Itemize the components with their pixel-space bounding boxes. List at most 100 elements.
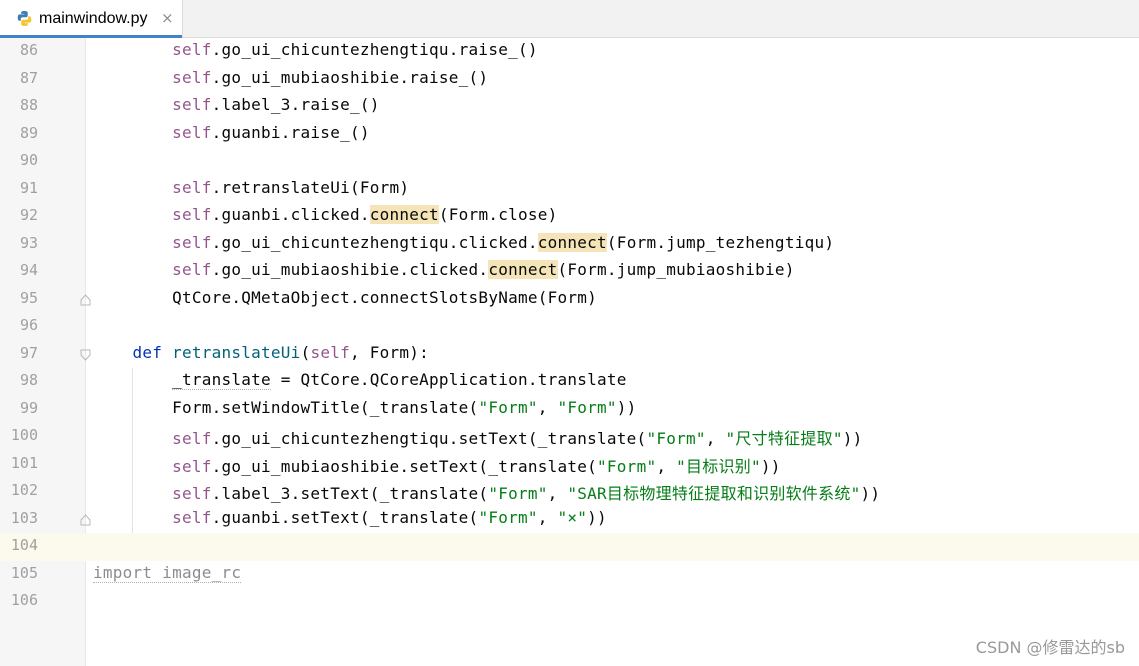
code-token: .go_ui_chicuntezhengtiqu.raise_(): [211, 40, 538, 59]
code-line[interactable]: 97 def retranslateUi(self, Form):: [0, 341, 1139, 369]
code-text: self.label_3.setText(_translate("Form", …: [93, 480, 880, 504]
code-token: "Form": [557, 397, 617, 417]
code-token: )): [860, 484, 881, 503]
line-number: 104: [10, 536, 38, 554]
code-token: = QtCore.QCoreApplication.translate: [270, 370, 627, 389]
fold-end-icon[interactable]: [80, 293, 91, 306]
code-token: .guanbi.setText(_translate(: [211, 507, 479, 527]
code-line[interactable]: 102 self.label_3.setText(_translate("For…: [0, 478, 1139, 506]
code-token: .go_ui_mubiaoshibie.setText(_translate(: [211, 456, 598, 476]
line-number: 89: [19, 123, 38, 142]
code-token: ,: [656, 456, 677, 476]
code-token: self: [172, 429, 212, 448]
code-token: "SAR目标物理特征提取和识别软件系统": [567, 484, 861, 503]
code-token: )): [616, 397, 637, 417]
code-line[interactable]: 104: [0, 533, 1139, 561]
code-token: ,: [537, 397, 558, 417]
code-token: connect: [488, 260, 558, 279]
code-token: .label_3.setText(_translate(: [211, 484, 489, 503]
code-text: self.label_3.raise_(): [93, 95, 380, 114]
code-token: "×": [557, 507, 588, 527]
code-token: ,: [537, 507, 558, 527]
code-token: import image_rc: [93, 562, 242, 583]
code-text: self.guanbi.raise_(): [93, 123, 370, 142]
code-text: QtCore.QMetaObject.connectSlotsByName(Fo…: [93, 288, 597, 307]
code-line[interactable]: 92 self.guanbi.clicked.connect(Form.clos…: [0, 203, 1139, 231]
code-text: self.guanbi.clicked.connect(Form.close): [93, 205, 558, 224]
line-number: 101: [10, 453, 38, 472]
tab-mainwindow-py[interactable]: mainwindow.py ×: [0, 0, 183, 38]
line-number: 91: [19, 178, 38, 197]
line-number: 95: [19, 288, 38, 307]
code-token: ,: [547, 484, 568, 503]
code-editor[interactable]: 86 self.go_ui_chicuntezhengtiqu.raise_()…: [0, 38, 1139, 666]
code-line[interactable]: 103 self.guanbi.setText(_translate("Form…: [0, 506, 1139, 534]
code-token: (Form.close): [438, 205, 558, 224]
code-token: connect: [537, 232, 607, 252]
code-line[interactable]: 96: [0, 313, 1139, 341]
code-line[interactable]: 87 self.go_ui_mubiaoshibie.raise_(): [0, 66, 1139, 94]
code-token: (Form.jump_tezhengtiqu): [606, 232, 835, 252]
code-line[interactable]: 101 self.go_ui_mubiaoshibie.setText(_tra…: [0, 451, 1139, 479]
code-token: .guanbi.raise_(): [211, 122, 370, 142]
line-number: 100: [10, 426, 38, 444]
code-token: .go_ui_mubiaoshibie.raise_(): [211, 67, 489, 87]
code-token: .retranslateUi(Form): [211, 177, 410, 197]
code-line[interactable]: 90: [0, 148, 1139, 176]
code-text: self.go_ui_chicuntezhengtiqu.setText(_tr…: [93, 425, 863, 449]
close-tab-icon[interactable]: ×: [161, 9, 174, 27]
line-number: 90: [19, 151, 38, 169]
fold-start-icon[interactable]: [80, 349, 91, 361]
line-number: 102: [10, 481, 38, 499]
code-line[interactable]: 100 self.go_ui_chicuntezhengtiqu.setText…: [0, 423, 1139, 451]
tab-filename: mainwindow.py: [39, 10, 148, 27]
code-token: )): [587, 507, 607, 527]
code-line[interactable]: 91 self.retranslateUi(Form): [0, 176, 1139, 204]
code-token: .guanbi.clicked.: [211, 205, 370, 224]
code-token: "Form": [646, 429, 706, 448]
code-token: (Form.jump_mubiaoshibie): [557, 260, 795, 279]
line-number: 103: [10, 508, 38, 527]
line-number: 88: [19, 96, 38, 114]
line-number: 98: [19, 371, 38, 389]
code-text: Form.setWindowTitle(_translate("Form", "…: [93, 398, 637, 417]
code-text: self.retranslateUi(Form): [93, 178, 409, 197]
fold-end-icon[interactable]: [80, 513, 91, 526]
line-number: 99: [19, 398, 38, 417]
code-line[interactable]: 89 self.guanbi.raise_(): [0, 121, 1139, 149]
code-token: self: [172, 67, 212, 87]
code-token: ,: [705, 429, 726, 448]
line-number: 106: [10, 591, 38, 609]
code-text: self.go_ui_mubiaoshibie.raise_(): [93, 68, 488, 87]
code-token: )): [842, 429, 863, 448]
code-line[interactable]: 93 self.go_ui_chicuntezhengtiqu.clicked.…: [0, 231, 1139, 259]
code-line[interactable]: 106: [0, 588, 1139, 616]
code-line[interactable]: 98 _translate = QtCore.QCoreApplication.…: [0, 368, 1139, 396]
code-line[interactable]: 99 Form.setWindowTitle(_translate("Form"…: [0, 396, 1139, 424]
code-token: QtCore.QMetaObject.connectSlotsByName(Fo…: [93, 287, 598, 307]
python-file-icon: [17, 11, 32, 26]
code-token: self: [172, 456, 212, 476]
code-token: "目标识别": [676, 456, 761, 476]
code-line[interactable]: 94 self.go_ui_mubiaoshibie.clicked.conne…: [0, 258, 1139, 286]
code-token: (: [300, 342, 311, 362]
code-line[interactable]: 95 QtCore.QMetaObject.connectSlotsByName…: [0, 286, 1139, 314]
code-token: )): [760, 456, 781, 476]
code-line[interactable]: 86 self.go_ui_chicuntezhengtiqu.raise_(): [0, 38, 1139, 66]
code-token: self: [172, 177, 212, 197]
code-text: def retranslateUi(self, Form):: [93, 343, 429, 362]
code-token: _translate: [172, 370, 271, 390]
code-line[interactable]: 105 import image_rc: [0, 561, 1139, 589]
code-line[interactable]: 88 self.label_3.raise_(): [0, 93, 1139, 121]
line-number: 96: [19, 316, 38, 334]
